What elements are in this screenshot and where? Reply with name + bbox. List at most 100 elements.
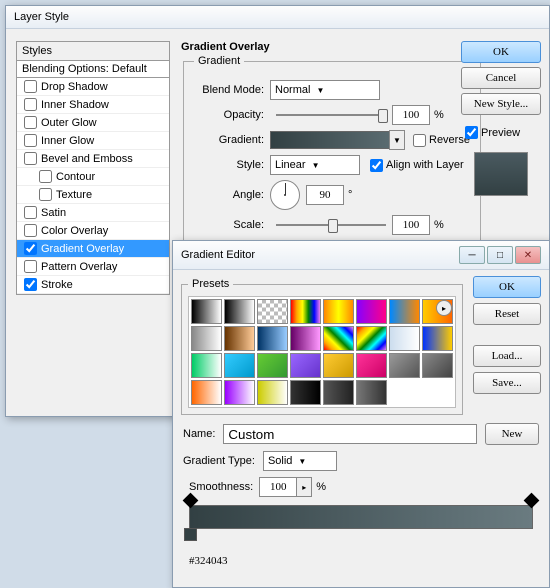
name-input[interactable] <box>223 424 477 444</box>
style-label: Satin <box>41 207 66 219</box>
layer-style-titlebar[interactable]: Layer Style <box>6 6 549 29</box>
preview-option[interactable]: Preview <box>461 123 541 142</box>
preset-swatch[interactable] <box>290 380 321 405</box>
style-checkbox[interactable] <box>24 206 37 219</box>
cancel-button[interactable]: Cancel <box>461 67 541 89</box>
style-checkbox[interactable] <box>24 278 37 291</box>
style-item-drop-shadow[interactable]: Drop Shadow <box>17 78 169 96</box>
preset-swatch[interactable] <box>356 326 387 351</box>
smoothness-input[interactable] <box>259 477 297 497</box>
smoothness-stepper[interactable]: ▸ <box>296 477 312 497</box>
ge-ok-button[interactable]: OK <box>473 276 541 298</box>
style-checkbox[interactable] <box>24 80 37 93</box>
style-item-color-overlay[interactable]: Color Overlay <box>17 222 169 240</box>
style-checkbox[interactable] <box>24 116 37 129</box>
maximize-button[interactable]: □ <box>487 246 513 264</box>
opacity-input[interactable] <box>392 105 430 125</box>
style-checkbox[interactable] <box>24 224 37 237</box>
gradient-fieldset: Gradient Blend Mode: Normal ▼ Opacity: %… <box>183 55 481 251</box>
name-label: Name: <box>183 428 215 440</box>
style-checkbox[interactable] <box>39 188 52 201</box>
blending-options-default[interactable]: Blending Options: Default <box>17 61 169 78</box>
preset-swatch[interactable] <box>224 380 255 405</box>
presets-legend: Presets <box>188 278 233 290</box>
style-item-pattern-overlay[interactable]: Pattern Overlay <box>17 258 169 276</box>
gradient-picker-arrow[interactable]: ▼ <box>389 130 405 150</box>
style-item-bevel-and-emboss[interactable]: Bevel and Emboss <box>17 150 169 168</box>
preset-swatch[interactable] <box>323 380 354 405</box>
scale-thumb[interactable] <box>328 219 338 233</box>
style-label: Bevel and Emboss <box>41 153 133 165</box>
new-style-button[interactable]: New Style... <box>461 93 541 115</box>
preview-checkbox[interactable] <box>465 126 478 139</box>
preset-swatch[interactable] <box>422 326 453 351</box>
reverse-checkbox[interactable] <box>413 134 426 147</box>
style-item-satin[interactable]: Satin <box>17 204 169 222</box>
preset-swatch[interactable] <box>191 326 222 351</box>
preset-swatch[interactable] <box>323 326 354 351</box>
preset-swatch[interactable] <box>323 353 354 378</box>
blend-mode-dropdown[interactable]: Normal ▼ <box>270 80 380 100</box>
ge-save-button[interactable]: Save... <box>473 372 541 394</box>
preset-swatch[interactable] <box>356 299 387 324</box>
angle-input[interactable] <box>306 185 344 205</box>
preset-swatch[interactable] <box>191 299 222 324</box>
preset-swatch[interactable] <box>257 380 288 405</box>
styles-header[interactable]: Styles <box>17 42 169 61</box>
presets-menu-icon[interactable]: ▸ <box>436 300 452 316</box>
style-checkbox[interactable] <box>24 134 37 147</box>
preset-swatch[interactable] <box>257 326 288 351</box>
opacity-thumb[interactable] <box>378 109 388 123</box>
gradient-preview[interactable] <box>270 131 390 149</box>
align-checkbox[interactable] <box>370 159 383 172</box>
ge-reset-button[interactable]: Reset <box>473 303 541 325</box>
style-item-inner-shadow[interactable]: Inner Shadow <box>17 96 169 114</box>
close-button[interactable]: ✕ <box>515 246 541 264</box>
scale-slider[interactable] <box>276 224 386 226</box>
color-stop-left[interactable] <box>184 528 197 541</box>
opacity-slider[interactable] <box>276 114 386 116</box>
style-dropdown[interactable]: Linear ▼ <box>270 155 360 175</box>
style-checkbox[interactable] <box>24 260 37 273</box>
preset-swatch[interactable] <box>389 299 420 324</box>
preset-swatch[interactable] <box>356 380 387 405</box>
gradient-bar[interactable] <box>189 505 533 529</box>
style-checkbox[interactable] <box>24 98 37 111</box>
gradient-editor-titlebar[interactable]: Gradient Editor ─ □ ✕ <box>173 241 549 270</box>
gradient-type-dropdown[interactable]: Solid ▼ <box>263 451 337 471</box>
preset-swatch[interactable] <box>224 326 255 351</box>
style-item-gradient-overlay[interactable]: Gradient Overlay <box>17 240 169 258</box>
ok-button[interactable]: OK <box>461 41 541 63</box>
style-item-outer-glow[interactable]: Outer Glow <box>17 114 169 132</box>
angle-dial[interactable] <box>270 180 300 210</box>
preset-swatch[interactable] <box>389 326 420 351</box>
preset-swatch[interactable] <box>356 353 387 378</box>
style-label: Inner Glow <box>41 135 94 147</box>
style-item-contour[interactable]: Contour <box>17 168 169 186</box>
style-label: Color Overlay <box>41 225 108 237</box>
layer-style-buttons: OK Cancel New Style... Preview <box>461 41 541 202</box>
ge-load-button[interactable]: Load... <box>473 345 541 367</box>
scale-input[interactable] <box>392 215 430 235</box>
style-checkbox[interactable] <box>24 242 37 255</box>
blend-mode-label: Blend Mode: <box>194 84 264 96</box>
minimize-button[interactable]: ─ <box>459 246 485 264</box>
preset-swatch[interactable] <box>257 353 288 378</box>
preset-swatch[interactable] <box>191 380 222 405</box>
preset-swatch[interactable] <box>224 353 255 378</box>
preset-swatch[interactable] <box>422 353 453 378</box>
preset-swatch[interactable] <box>389 353 420 378</box>
preset-swatch[interactable] <box>323 299 354 324</box>
style-checkbox[interactable] <box>24 152 37 165</box>
style-item-texture[interactable]: Texture <box>17 186 169 204</box>
preset-swatch[interactable] <box>257 299 288 324</box>
style-item-stroke[interactable]: Stroke <box>17 276 169 294</box>
style-checkbox[interactable] <box>39 170 52 183</box>
preset-swatch[interactable] <box>224 299 255 324</box>
new-gradient-button[interactable]: New <box>485 423 539 445</box>
preset-swatch[interactable] <box>290 299 321 324</box>
preset-swatch[interactable] <box>191 353 222 378</box>
preset-swatch[interactable] <box>290 353 321 378</box>
style-item-inner-glow[interactable]: Inner Glow <box>17 132 169 150</box>
preset-swatch[interactable] <box>290 326 321 351</box>
